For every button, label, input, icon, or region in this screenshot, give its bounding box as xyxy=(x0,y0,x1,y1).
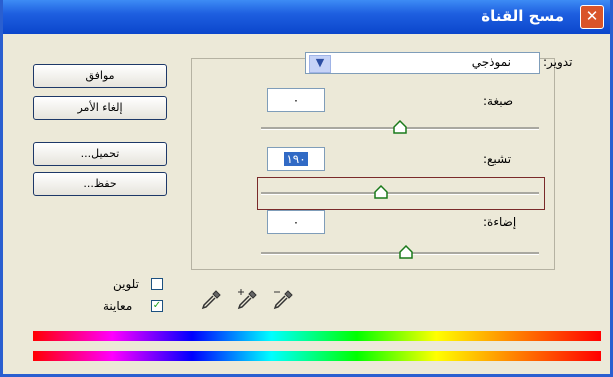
channel-label: تدوير: xyxy=(543,55,573,69)
load-button[interactable]: تحميل... xyxy=(33,142,167,166)
dialog-window: مسح القناة ✕ موافق إلغاء الأمر تحميل... … xyxy=(0,0,613,377)
saturation-input[interactable]: ١٩٠ xyxy=(267,147,325,171)
channel-value: نموذجي xyxy=(471,55,511,69)
colorize-label: تلوين xyxy=(113,277,139,291)
preview-label: معاينة xyxy=(103,299,133,313)
save-button[interactable]: حفظ... xyxy=(33,172,167,196)
lightness-input[interactable]: ٠ xyxy=(267,210,325,234)
window-title: مسح القناة xyxy=(481,7,564,25)
saturation-value: ١٩٠ xyxy=(284,152,308,166)
hue-input[interactable]: ٠ xyxy=(267,88,325,112)
ok-button[interactable]: موافق xyxy=(33,64,167,88)
close-button[interactable]: ✕ xyxy=(580,5,604,29)
eyedropper-icon[interactable] xyxy=(199,288,223,312)
preview-checkbox[interactable]: ✓ xyxy=(151,300,163,312)
channel-select[interactable]: نموذجي ▼ xyxy=(305,52,540,74)
colorize-checkbox[interactable] xyxy=(151,278,163,290)
color-ramp-top xyxy=(33,331,601,341)
saturation-slider-track[interactable] xyxy=(261,192,539,195)
chevron-down-icon[interactable]: ▼ xyxy=(309,55,331,73)
hue-slider-thumb[interactable] xyxy=(393,120,407,134)
hue-label: صبغة: xyxy=(483,94,514,108)
color-ramp-bottom xyxy=(33,351,601,361)
saturation-label: تشبع: xyxy=(483,152,512,166)
saturation-slider-thumb[interactable] xyxy=(373,185,388,199)
eyedropper-minus-icon[interactable] xyxy=(271,288,295,312)
title-bar[interactable]: مسح القناة ✕ xyxy=(3,0,610,34)
lightness-label: إضاءة: xyxy=(483,215,517,229)
eyedropper-plus-icon[interactable] xyxy=(235,288,259,312)
cancel-button[interactable]: إلغاء الأمر xyxy=(33,96,167,120)
lightness-slider-thumb[interactable] xyxy=(398,245,413,259)
